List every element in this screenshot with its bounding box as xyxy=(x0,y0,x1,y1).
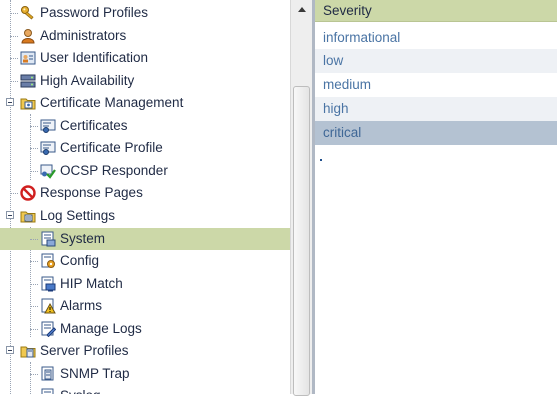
snmp-icon xyxy=(40,366,56,382)
tree-item-response-pages[interactable]: Response Pages xyxy=(0,182,290,204)
severity-column-header[interactable]: Severity xyxy=(315,0,557,22)
tree-item-system[interactable]: System xyxy=(0,228,290,250)
tree-item-certificate-profile[interactable]: Certificate Profile xyxy=(0,137,290,159)
key-icon xyxy=(20,5,36,21)
alarm-icon xyxy=(40,298,56,314)
collapse-toggle-icon[interactable] xyxy=(6,98,14,106)
config-document-icon xyxy=(40,253,56,269)
tree-item-ocsp-responder[interactable]: OCSP Responder xyxy=(0,160,290,182)
tree-item-hip-match[interactable]: HIP Match xyxy=(0,273,290,295)
tree-item-certificate-management[interactable]: Certificate Management xyxy=(0,92,290,114)
navigation-tree: Password Profiles Administrators User Id… xyxy=(0,0,290,394)
user-id-icon xyxy=(20,50,36,66)
syslog-icon xyxy=(40,388,56,394)
hip-match-icon xyxy=(40,276,56,292)
tree-item-administrators[interactable]: Administrators xyxy=(0,25,290,47)
servers-icon xyxy=(20,73,36,89)
severity-row-medium[interactable]: medium xyxy=(315,73,557,97)
log-document-icon xyxy=(40,231,56,247)
tree-item-syslog[interactable]: Syslog xyxy=(0,385,290,394)
tree-item-high-availability[interactable]: High Availability xyxy=(0,70,290,92)
tree-item-password-profiles[interactable]: Password Profiles xyxy=(0,2,290,24)
tree-item-certificates[interactable]: Certificates xyxy=(0,115,290,137)
severity-row-informational[interactable]: informational xyxy=(315,26,557,50)
scrollbar-thumb[interactable] xyxy=(293,86,310,396)
tree-item-manage-logs[interactable]: Manage Logs xyxy=(0,318,290,340)
tree-item-snmp-trap[interactable]: SNMP Trap xyxy=(0,363,290,385)
severity-grid: Severity informational low medium high c… xyxy=(315,0,557,394)
tree-scrollbar[interactable] xyxy=(290,0,312,396)
certificate-icon xyxy=(40,140,56,156)
folder-icon xyxy=(20,208,36,224)
collapse-toggle-icon[interactable] xyxy=(6,346,14,354)
grid-focus-dot xyxy=(320,159,322,161)
severity-row-high[interactable]: high xyxy=(315,97,557,121)
collapse-toggle-icon[interactable] xyxy=(6,211,14,219)
tree-item-log-settings[interactable]: Log Settings xyxy=(0,205,290,227)
tree-item-alarms[interactable]: Alarms xyxy=(0,295,290,317)
tree-item-user-identification[interactable]: User Identification xyxy=(0,47,290,69)
folder-icon xyxy=(20,95,36,111)
manage-logs-icon xyxy=(40,321,57,338)
severity-row-critical[interactable]: critical xyxy=(315,121,557,145)
severity-row-low[interactable]: low xyxy=(315,49,557,73)
certificate-icon xyxy=(40,118,56,134)
no-entry-icon xyxy=(20,185,36,201)
user-icon xyxy=(20,28,36,44)
ocsp-check-icon xyxy=(40,163,56,179)
tree-item-config[interactable]: Config xyxy=(0,250,290,272)
tree-item-server-profiles[interactable]: Server Profiles xyxy=(0,340,290,362)
scroll-up-arrow-icon[interactable] xyxy=(294,3,310,17)
folder-icon xyxy=(20,343,36,359)
